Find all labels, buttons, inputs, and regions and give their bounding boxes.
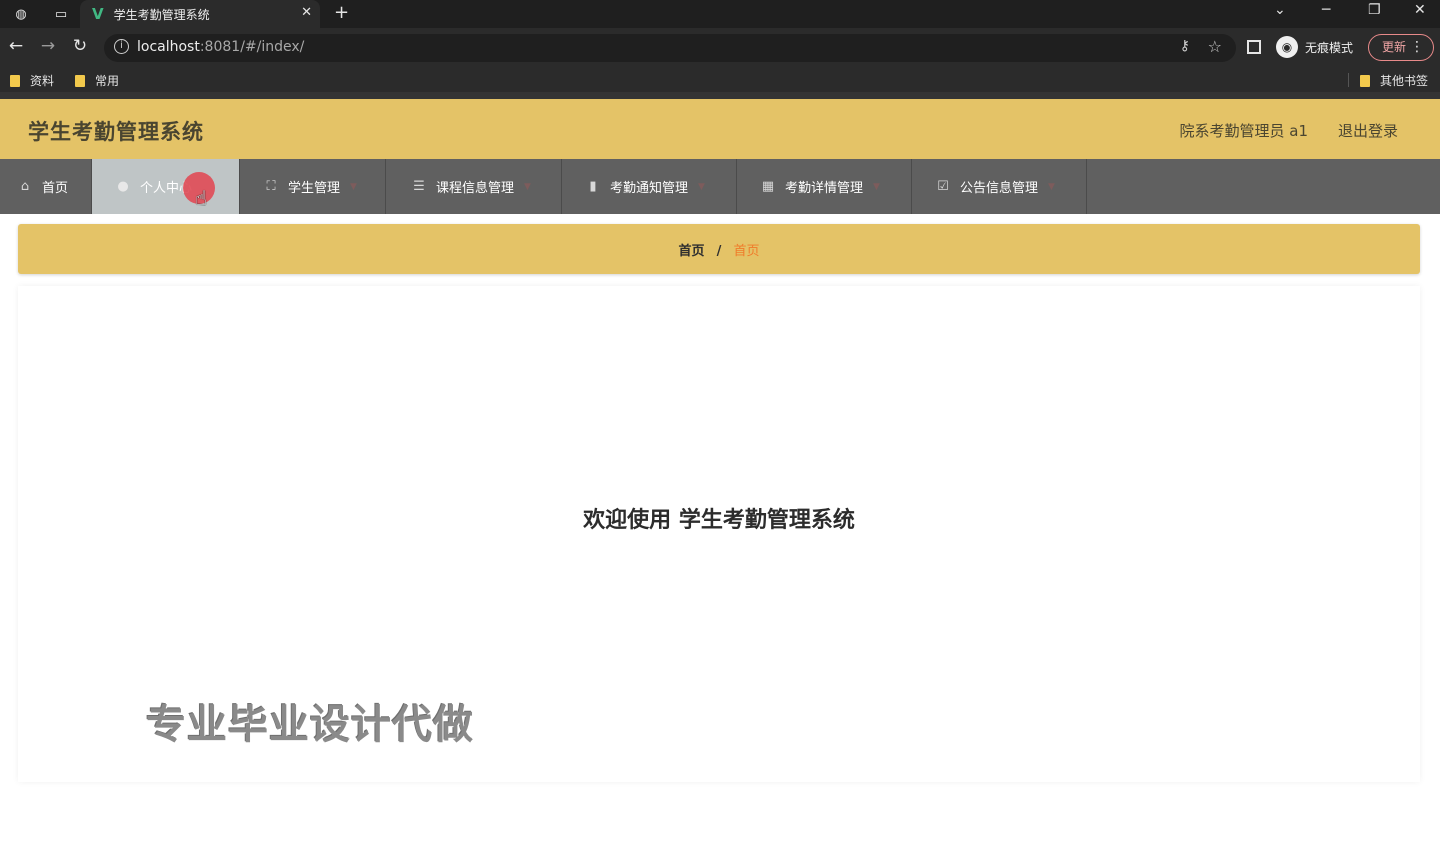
browser-tab-strip: ◍ ▭ V 学生考勤管理系统 ✕ + ⌄ ─ ❐ ✕ (0, 0, 1440, 28)
top-nav-menu: ⌂ 首页 ● 个人中心 ⛶ 学生管理 ▼ ☰ 课程信息管理 ▼ ▮ 考勤通知管理… (0, 159, 1440, 214)
app-header: 学生考勤管理系统 院系考勤管理员 a1 退出登录 (0, 99, 1440, 159)
list-icon: ☰ (413, 179, 425, 194)
browser-toolbar: ← → ↻ i localhost:8081/#/index/ ⚷ ☆ ◉ 无痕… (0, 28, 1440, 68)
reload-icon[interactable]: ↻ (68, 36, 92, 56)
chevron-down-icon: ▼ (698, 181, 705, 192)
menu-item-attendance-detail[interactable]: ▦ 考勤详情管理 ▼ (737, 159, 912, 214)
user-info: 院系考勤管理员 a1 (1179, 122, 1308, 140)
user-icon: ● (117, 179, 129, 194)
update-button[interactable]: 更新 ⋮ (1368, 34, 1434, 61)
chevron-down-icon: ▼ (524, 181, 531, 192)
vue-favicon-icon: V (92, 5, 104, 23)
window-close-icon[interactable]: ✕ (1414, 2, 1426, 18)
menu-item-label: 首页 (42, 181, 69, 196)
grid-icon: ▦ (761, 179, 775, 194)
bookmark-label: 资料 (30, 74, 55, 88)
other-bookmarks[interactable]: 其他书签 (1360, 72, 1428, 89)
address-bar[interactable]: i localhost:8081/#/index/ ⚷ ☆ (104, 34, 1236, 62)
chevron-down-icon: ▼ (350, 181, 357, 192)
menu-item-label: 课程信息管理 (436, 181, 515, 196)
bookmark-folder-1[interactable]: 常用 (75, 72, 119, 89)
menu-item-announcement[interactable]: ☑ 公告信息管理 ▼ (912, 159, 1087, 214)
breadcrumb-current: 首页 (733, 244, 760, 259)
bookmarks-bar: 资料 常用 其他书签 (0, 68, 1440, 92)
menu-item-course-management[interactable]: ☰ 课程信息管理 ▼ (386, 159, 562, 214)
browser-globe-icon[interactable]: ◍ (10, 3, 32, 25)
logout-link[interactable]: 退出登录 (1338, 120, 1398, 141)
bookmarks-divider (1348, 73, 1349, 87)
restore-icon[interactable]: ❐ (1368, 2, 1381, 18)
incognito-icon: ◉ (1276, 36, 1298, 58)
breadcrumb-home[interactable]: 首页 (678, 244, 704, 259)
watermark-text: 专业毕业设计代做 (146, 702, 474, 748)
menu-item-label: 公告信息管理 (960, 181, 1039, 196)
forward-arrow-icon[interactable]: → (36, 36, 60, 56)
folder-icon (75, 74, 85, 87)
side-panel-icon[interactable] (1247, 40, 1261, 54)
menu-item-label: 考勤通知管理 (610, 181, 689, 196)
password-key-icon[interactable]: ⚷ (1180, 38, 1190, 54)
app-title: 学生考勤管理系统 (28, 120, 204, 144)
bookmark-star-icon[interactable]: ☆ (1208, 37, 1222, 56)
scan-icon: ⛶ (266, 179, 276, 194)
hand-pointer-icon: ☝ (195, 186, 208, 210)
more-menu-icon[interactable]: ⋮ (1410, 35, 1424, 60)
folder-icon (1360, 74, 1370, 87)
menu-item-label: 学生管理 (288, 181, 341, 196)
app-top-strip (0, 92, 1440, 99)
new-tab-icon[interactable]: + (334, 2, 349, 23)
browser-tab[interactable]: V 学生考勤管理系统 ✕ (80, 0, 320, 28)
update-label: 更新 (1382, 40, 1407, 54)
bookmark-folder-0[interactable]: 资料 (10, 72, 54, 89)
tab-list-chevron-icon[interactable]: ⌄ (1274, 2, 1286, 18)
menu-item-label: 考勤详情管理 (785, 181, 864, 196)
checkbox-icon: ☑ (937, 179, 949, 194)
tab-title: 学生考勤管理系统 (113, 7, 210, 22)
chevron-down-icon: ▼ (873, 181, 880, 192)
folder-icon (10, 74, 20, 87)
menu-item-student-management[interactable]: ⛶ 学生管理 ▼ (240, 159, 386, 214)
bar-chart-icon: ▮ (589, 179, 597, 194)
breadcrumb: 首页 / 首页 (18, 224, 1420, 274)
site-info-icon[interactable]: i (114, 39, 129, 54)
breadcrumb-separator: / (716, 244, 722, 259)
welcome-text: 欢迎使用 学生考勤管理系统 (583, 508, 855, 533)
back-arrow-icon[interactable]: ← (4, 36, 28, 56)
minimize-icon[interactable]: ─ (1322, 2, 1330, 18)
incognito-indicator[interactable]: ◉ 无痕模式 (1276, 36, 1353, 58)
menu-item-personal-center[interactable]: ● 个人中心 (92, 159, 240, 214)
home-icon: ⌂ (20, 179, 30, 194)
chevron-down-icon: ▼ (1048, 181, 1055, 192)
bookmark-label: 常用 (95, 74, 120, 88)
menu-item-home[interactable]: ⌂ 首页 (0, 159, 92, 214)
tab-close-icon[interactable]: ✕ (301, 5, 312, 20)
incognito-label: 无痕模式 (1305, 40, 1354, 55)
tab-search-icon[interactable]: ▭ (50, 3, 72, 25)
other-bookmarks-label: 其他书签 (1380, 74, 1429, 88)
menu-item-attendance-notice[interactable]: ▮ 考勤通知管理 ▼ (562, 159, 737, 214)
url-text[interactable]: localhost:8081/#/index/ (137, 39, 304, 55)
